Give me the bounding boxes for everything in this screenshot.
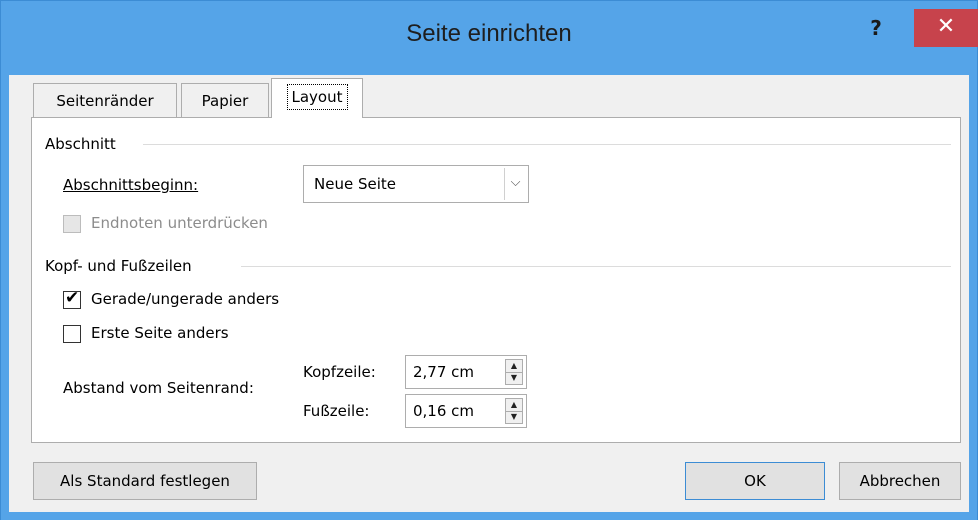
group-divider [143, 144, 951, 145]
endnotes-checkbox[interactable] [63, 215, 81, 233]
section-start-label-text: Abschnittsbeginn: [63, 176, 199, 194]
header-distance-label: Kopfzeile: [303, 363, 376, 381]
window-border-right [969, 75, 977, 512]
checkmark-icon: ✔ [65, 288, 80, 308]
first-page-checkbox[interactable] [63, 325, 81, 343]
odd-even-label: Gerade/ungerade anders [91, 290, 280, 308]
spin-buttons: ▲ ▼ [505, 398, 523, 424]
section-start-select[interactable]: Neue Seite ⌵ [303, 165, 529, 203]
tab-label: Layout [286, 84, 348, 110]
help-icon[interactable]: ? [861, 13, 891, 43]
group-label-kopf-fusszeilen: Kopf- und Fußzeilen [45, 257, 192, 275]
tab-papier[interactable]: Papier [181, 83, 269, 117]
spin-buttons: ▲ ▼ [505, 359, 523, 385]
header-distance-value: 2,77 cm [413, 363, 475, 381]
endnotes-label: Endnoten unterdrücken [91, 214, 268, 232]
section-start-value: Neue Seite [314, 175, 396, 193]
ok-button[interactable]: OK [685, 462, 825, 500]
tab-layout[interactable]: Layout [271, 78, 363, 118]
first-page-label: Erste Seite anders [91, 324, 229, 342]
header-distance-spinner[interactable]: 2,77 cm ▲ ▼ [405, 355, 527, 389]
tab-label: Seitenränder [56, 92, 154, 110]
dialog-title: Seite einrichten [406, 20, 572, 47]
chevron-down-icon[interactable]: ⌵ [504, 168, 526, 200]
close-icon[interactable]: ✕ [914, 9, 978, 47]
set-as-default-button[interactable]: Als Standard festlegen [33, 462, 257, 500]
tab-label: Papier [201, 92, 249, 110]
section-start-label: Abschnittsbeginn: [63, 176, 198, 194]
tab-seitenraender[interactable]: Seitenränder [33, 83, 177, 117]
title-bar[interactable]: Seite einrichten ? ✕ [1, 1, 978, 75]
window-border-bottom [1, 512, 977, 520]
spin-down-icon[interactable]: ▼ [506, 372, 522, 384]
group-divider [241, 266, 951, 267]
footer-distance-label: Fußzeile: [303, 402, 370, 420]
dialog-window: Seite einrichten ? ✕ Seitenränder Papier… [0, 0, 978, 520]
odd-even-checkbox[interactable]: ✔ [63, 288, 81, 309]
spin-down-icon[interactable]: ▼ [506, 411, 522, 423]
distance-label: Abstand vom Seitenrand: [63, 379, 254, 397]
footer-distance-spinner[interactable]: 0,16 cm ▲ ▼ [405, 394, 527, 428]
window-border-left [1, 75, 9, 512]
footer-distance-value: 0,16 cm [413, 402, 475, 420]
group-label-abschnitt: Abschnitt [45, 135, 116, 153]
cancel-button[interactable]: Abbrechen [839, 462, 961, 500]
